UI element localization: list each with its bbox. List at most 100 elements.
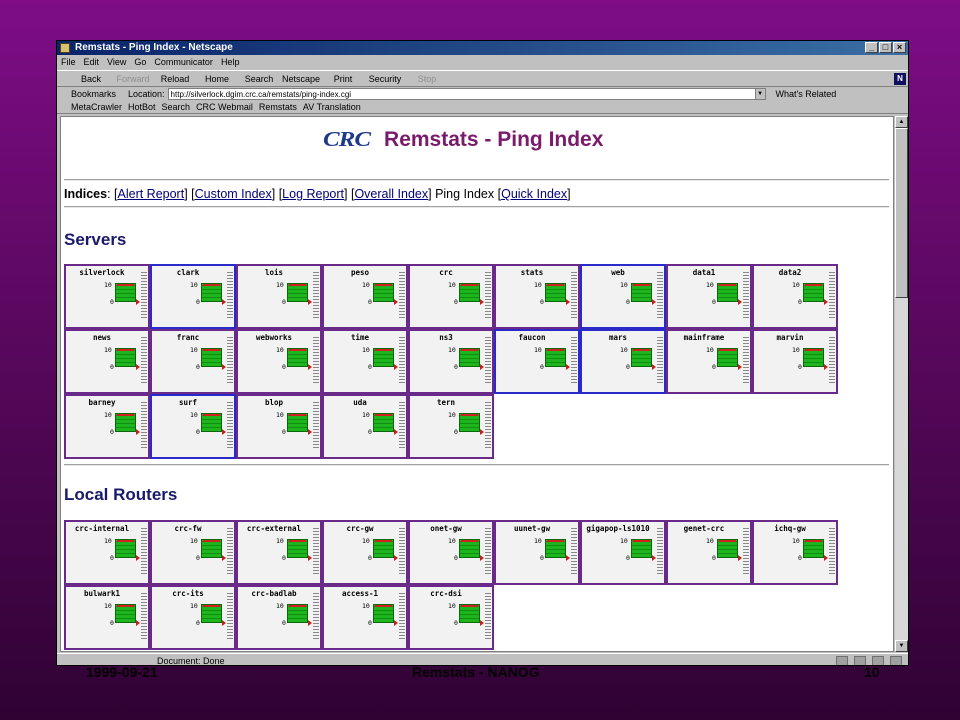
host-tile[interactable]: crc-gw 10 0 (322, 520, 408, 585)
host-name: tern (436, 398, 456, 407)
host-tile[interactable]: marvin 10 0 (752, 329, 838, 394)
graph-arrow-icon (480, 555, 484, 561)
host-tile[interactable]: crc-fw 10 0 (150, 520, 236, 585)
host-tile[interactable]: silverlock 10 0 (64, 264, 150, 329)
print-button[interactable]: Print (323, 71, 363, 86)
host-tile[interactable]: franc 10 0 (150, 329, 236, 394)
host-tile[interactable]: crc 10 0 (408, 264, 494, 329)
graph-arrow-icon (308, 620, 312, 626)
minimize-button[interactable]: _ (865, 42, 878, 53)
scroll-up-icon[interactable]: ▲ (895, 116, 908, 128)
host-tile[interactable]: blop 10 0 (236, 394, 322, 459)
location-label: Location: (128, 89, 165, 99)
personal-link-av-translation[interactable]: AV Translation (303, 101, 361, 113)
close-button[interactable]: × (893, 42, 906, 53)
host-tile[interactable]: news 10 0 (64, 329, 150, 394)
personal-link-crc-webmail[interactable]: CRC Webmail (196, 101, 253, 113)
host-tile[interactable]: clark 10 0 (150, 264, 236, 329)
host-tile[interactable]: stats 10 0 (494, 264, 580, 329)
personal-link-hotbot[interactable]: HotBot (128, 101, 156, 113)
graph-side-label (657, 337, 663, 385)
personal-link-remstats[interactable]: Remstats (259, 101, 297, 113)
vertical-scrollbar[interactable]: ▲ ▼ (895, 116, 908, 652)
host-tile[interactable]: lois 10 0 (236, 264, 322, 329)
menu-file[interactable]: File (61, 55, 76, 69)
host-tile[interactable]: crc-badlab 10 0 (236, 585, 322, 650)
graph-side-label (313, 528, 319, 576)
graph-side-label (829, 272, 835, 320)
host-tile[interactable]: peso 10 0 (322, 264, 408, 329)
forward-button[interactable]: Forward (113, 71, 153, 86)
indices-nav: Indices: [Alert Report] [Custom Index] [… (64, 187, 571, 201)
host-tile[interactable]: ichq-gw 10 0 (752, 520, 838, 585)
host-tile[interactable]: webworks 10 0 (236, 329, 322, 394)
netscape-button[interactable]: Netscape (281, 71, 321, 86)
host-tile[interactable]: web 10 0 (580, 264, 666, 329)
host-tile[interactable]: mars 10 0 (580, 329, 666, 394)
menu-edit[interactable]: Edit (84, 55, 100, 69)
host-name: webworks (255, 333, 293, 342)
scroll-down-icon[interactable]: ▼ (895, 640, 908, 652)
whats-related-button[interactable]: What's Related (776, 87, 837, 101)
ping-graph (373, 283, 394, 302)
host-tile[interactable]: barney 10 0 (64, 394, 150, 459)
tick-label-bottom: 0 (368, 298, 372, 306)
personal-link-metacrawler[interactable]: MetaCrawler (71, 101, 122, 113)
host-name: mars (608, 333, 628, 342)
personal-toolbar: MetaCrawler HotBot Search CRC Webmail Re… (57, 101, 908, 114)
search-button[interactable]: Search (239, 71, 279, 86)
personal-link-search[interactable]: Search (162, 101, 191, 113)
host-tile[interactable]: onet-gw 10 0 (408, 520, 494, 585)
slide-footer: 1999-09-21 Remstats - NANOG 10 (0, 664, 960, 686)
stop-button[interactable]: Stop (407, 71, 447, 86)
host-tile[interactable]: uunet-gw 10 0 (494, 520, 580, 585)
menu-view[interactable]: View (107, 55, 126, 69)
host-tile[interactable]: tern 10 0 (408, 394, 494, 459)
link-overall-index[interactable]: Overall Index (354, 187, 428, 201)
graph-side-label (657, 528, 663, 576)
slide-date: 1999-09-21 (86, 664, 158, 680)
host-tile[interactable]: access-1 10 0 (322, 585, 408, 650)
maximize-button[interactable]: □ (879, 42, 892, 53)
host-tile[interactable]: mainframe 10 0 (666, 329, 752, 394)
url-field[interactable]: http://silverlock.dgim.crc.ca/remstats/p… (167, 88, 766, 100)
link-quick-index[interactable]: Quick Index (501, 187, 567, 201)
home-button[interactable]: Home (197, 71, 237, 86)
tick-label-top: 10 (362, 411, 370, 419)
graph-arrow-icon (136, 555, 140, 561)
tick-label-bottom: 0 (454, 363, 458, 371)
host-name: lois (264, 268, 284, 277)
reload-button[interactable]: Reload (155, 71, 195, 86)
host-tile[interactable]: crc-dsi 10 0 (408, 585, 494, 650)
back-button[interactable]: Back (71, 71, 111, 86)
host-tile[interactable]: ns3 10 0 (408, 329, 494, 394)
url-dropdown-icon[interactable]: ▼ (754, 89, 765, 99)
host-tile[interactable]: uda 10 0 (322, 394, 408, 459)
slide-number: 10 (864, 664, 880, 680)
link-log-report[interactable]: Log Report (282, 187, 344, 201)
host-tile[interactable]: faucon 10 0 (494, 329, 580, 394)
host-tile[interactable]: surf 10 0 (150, 394, 236, 459)
scroll-thumb[interactable] (895, 128, 908, 298)
graph-side-label (743, 528, 749, 576)
menu-go[interactable]: Go (134, 55, 146, 69)
host-tile[interactable]: crc-internal 10 0 (64, 520, 150, 585)
host-tile[interactable]: genet-crc 10 0 (666, 520, 752, 585)
link-custom-index[interactable]: Custom Index (195, 187, 272, 201)
security-button[interactable]: Security (365, 71, 405, 86)
link-alert-report[interactable]: Alert Report (118, 187, 185, 201)
host-tile[interactable]: crc-external 10 0 (236, 520, 322, 585)
menu-communicator[interactable]: Communicator (154, 55, 213, 69)
graph-arrow-icon (394, 555, 398, 561)
host-tile[interactable]: bulwark1 10 0 (64, 585, 150, 650)
host-tile[interactable]: crc-its 10 0 (150, 585, 236, 650)
host-tile[interactable]: gigapop-ls1010 10 0 (580, 520, 666, 585)
menu-help[interactable]: Help (221, 55, 240, 69)
netscape-window-icon (60, 43, 70, 53)
host-tile[interactable]: data1 10 0 (666, 264, 752, 329)
host-tile[interactable]: time 10 0 (322, 329, 408, 394)
host-tile[interactable]: data2 10 0 (752, 264, 838, 329)
bookmarks-button[interactable]: Bookmarks (71, 87, 116, 101)
graph-side-label (313, 593, 319, 641)
tick-label-top: 10 (448, 537, 456, 545)
